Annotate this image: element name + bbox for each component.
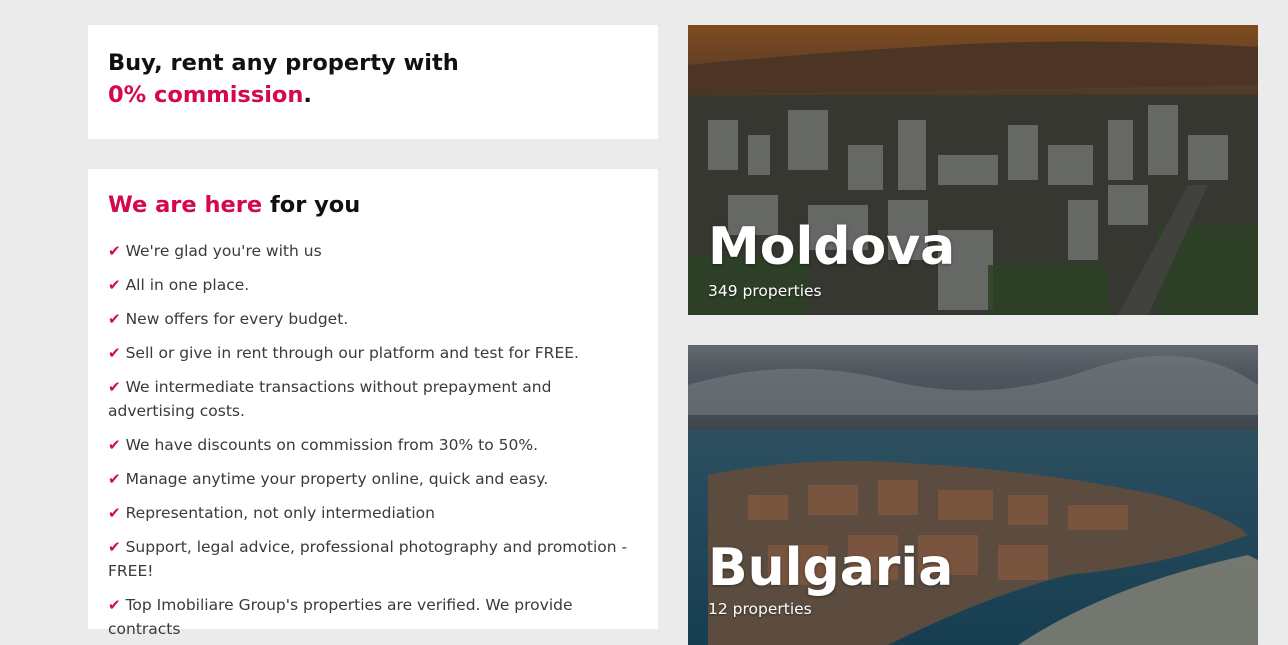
destination-name: Bulgaria: [708, 538, 954, 598]
check-icon: ✔: [108, 310, 121, 328]
promo-title: Buy, rent any property with 0% commission…: [108, 47, 638, 111]
list-item-text: Manage anytime your property online, qui…: [125, 470, 549, 488]
list-item: ✔ Representation, not only intermediation: [108, 501, 638, 525]
list-item-text: Sell or give in rent through our platfor…: [125, 344, 579, 362]
list-item: ✔ All in one place.: [108, 273, 638, 297]
list-item-text: Top Imobiliare Group's properties are ve…: [108, 596, 573, 638]
destination-count: 12 properties: [708, 600, 812, 618]
check-icon: ✔: [108, 344, 121, 362]
benefits-list: ✔ We're glad you're with us ✔ All in one p…: [108, 239, 638, 641]
list-item-text: Support, legal advice, professional phot…: [108, 538, 628, 580]
destination-tile-moldova[interactable]: Moldova 349 properties: [688, 25, 1258, 315]
list-item-text: We're glad you're with us: [125, 242, 322, 260]
benefits-card: We are here for you ✔ We're glad you're w…: [88, 169, 658, 638]
check-icon: ✔: [108, 538, 121, 556]
check-icon: ✔: [108, 276, 121, 294]
list-item: ✔ Manage anytime your property online, qu…: [108, 467, 638, 491]
list-item-text: New offers for every budget.: [125, 310, 349, 328]
list-item: ✔ New offers for every budget.: [108, 307, 638, 331]
benefits-title: We are here for you: [108, 189, 638, 221]
list-item-text: We intermediate transactions without pre…: [108, 378, 552, 420]
list-item: ✔ Top Imobiliare Group's properties are v…: [108, 593, 638, 641]
list-item-text: Representation, not only intermediation: [125, 504, 435, 522]
benefits-title-accent: We are here: [108, 192, 263, 218]
destination-tile-bulgaria[interactable]: Bulgaria 12 properties: [688, 345, 1258, 645]
list-item: ✔ We have discounts on commission from 30…: [108, 433, 638, 457]
destination-count: 349 properties: [708, 282, 822, 300]
promo-title-line1: Buy, rent any property with: [108, 50, 459, 76]
check-icon: ✔: [108, 242, 121, 260]
list-item-text: All in one place.: [125, 276, 250, 294]
check-icon: ✔: [108, 470, 121, 488]
list-item: ✔ Support, legal advice, professional pho…: [108, 535, 638, 583]
check-icon: ✔: [108, 504, 121, 522]
check-icon: ✔: [108, 596, 121, 614]
promo-title-end: .: [303, 82, 312, 108]
list-item: ✔ We intermediate transactions without pr…: [108, 375, 638, 423]
list-item: ✔ We're glad you're with us: [108, 239, 638, 263]
destination-name: Moldova: [708, 217, 956, 277]
list-item: ✔ Sell or give in rent through our platfo…: [108, 341, 638, 365]
check-icon: ✔: [108, 436, 121, 454]
promo-card: Buy, rent any property with 0% commission…: [88, 25, 658, 139]
benefits-title-rest: for you: [262, 192, 361, 218]
list-item-text: We have discounts on commission from 30%…: [125, 436, 539, 454]
promo-title-accent: 0% commission: [108, 82, 304, 108]
check-icon: ✔: [108, 378, 121, 396]
